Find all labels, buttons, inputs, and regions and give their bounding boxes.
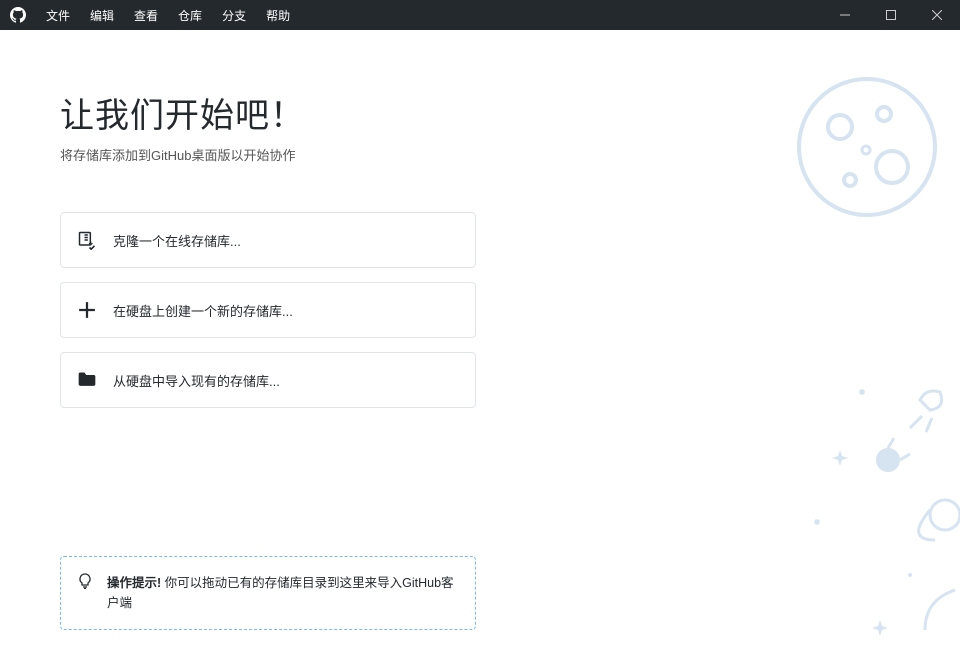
menu-view[interactable]: 查看 (126, 3, 166, 28)
tip-label: 操作提示! (107, 576, 161, 590)
menu-bar: 文件 编辑 查看 仓库 分支 帮助 (38, 3, 298, 28)
close-button[interactable] (914, 0, 960, 30)
titlebar: 文件 编辑 查看 仓库 分支 帮助 (0, 0, 960, 30)
tip-text: 操作提示! 你可以拖动已有的存储库目录到这里来导入GitHub客户端 (107, 573, 459, 613)
create-label: 在硬盘上创建一个新的存储库... (113, 301, 293, 320)
maximize-button[interactable] (868, 0, 914, 30)
repository-options: 克隆一个在线存储库... 在硬盘上创建一个新的存储库... 从硬盘中导入现有的存… (60, 212, 476, 408)
menu-repository[interactable]: 仓库 (170, 3, 210, 28)
folder-icon (77, 370, 97, 390)
plus-icon (77, 300, 97, 320)
create-repository-button[interactable]: 在硬盘上创建一个新的存储库... (60, 282, 476, 338)
space-decoration (780, 360, 960, 660)
clone-icon (77, 230, 97, 250)
menu-edit[interactable]: 编辑 (82, 3, 122, 28)
menu-help[interactable]: 帮助 (258, 3, 298, 28)
clone-label: 克隆一个在线存储库... (113, 231, 241, 250)
window-controls (822, 0, 960, 30)
moon-illustration (792, 72, 942, 222)
lightbulb-icon (77, 573, 95, 613)
add-repository-button[interactable]: 从硬盘中导入现有的存储库... (60, 352, 476, 408)
menu-branch[interactable]: 分支 (214, 3, 254, 28)
minimize-button[interactable] (822, 0, 868, 30)
add-label: 从硬盘中导入现有的存储库... (113, 371, 280, 390)
github-logo-icon (10, 7, 26, 23)
clone-repository-button[interactable]: 克隆一个在线存储库... (60, 212, 476, 268)
drag-drop-tip[interactable]: 操作提示! 你可以拖动已有的存储库目录到这里来导入GitHub客户端 (60, 556, 476, 630)
welcome-screen: 让我们开始吧！ 将存储库添加到GitHub桌面版以开始协作 克隆一个在线存储库.… (0, 30, 960, 660)
menu-file[interactable]: 文件 (38, 3, 78, 28)
